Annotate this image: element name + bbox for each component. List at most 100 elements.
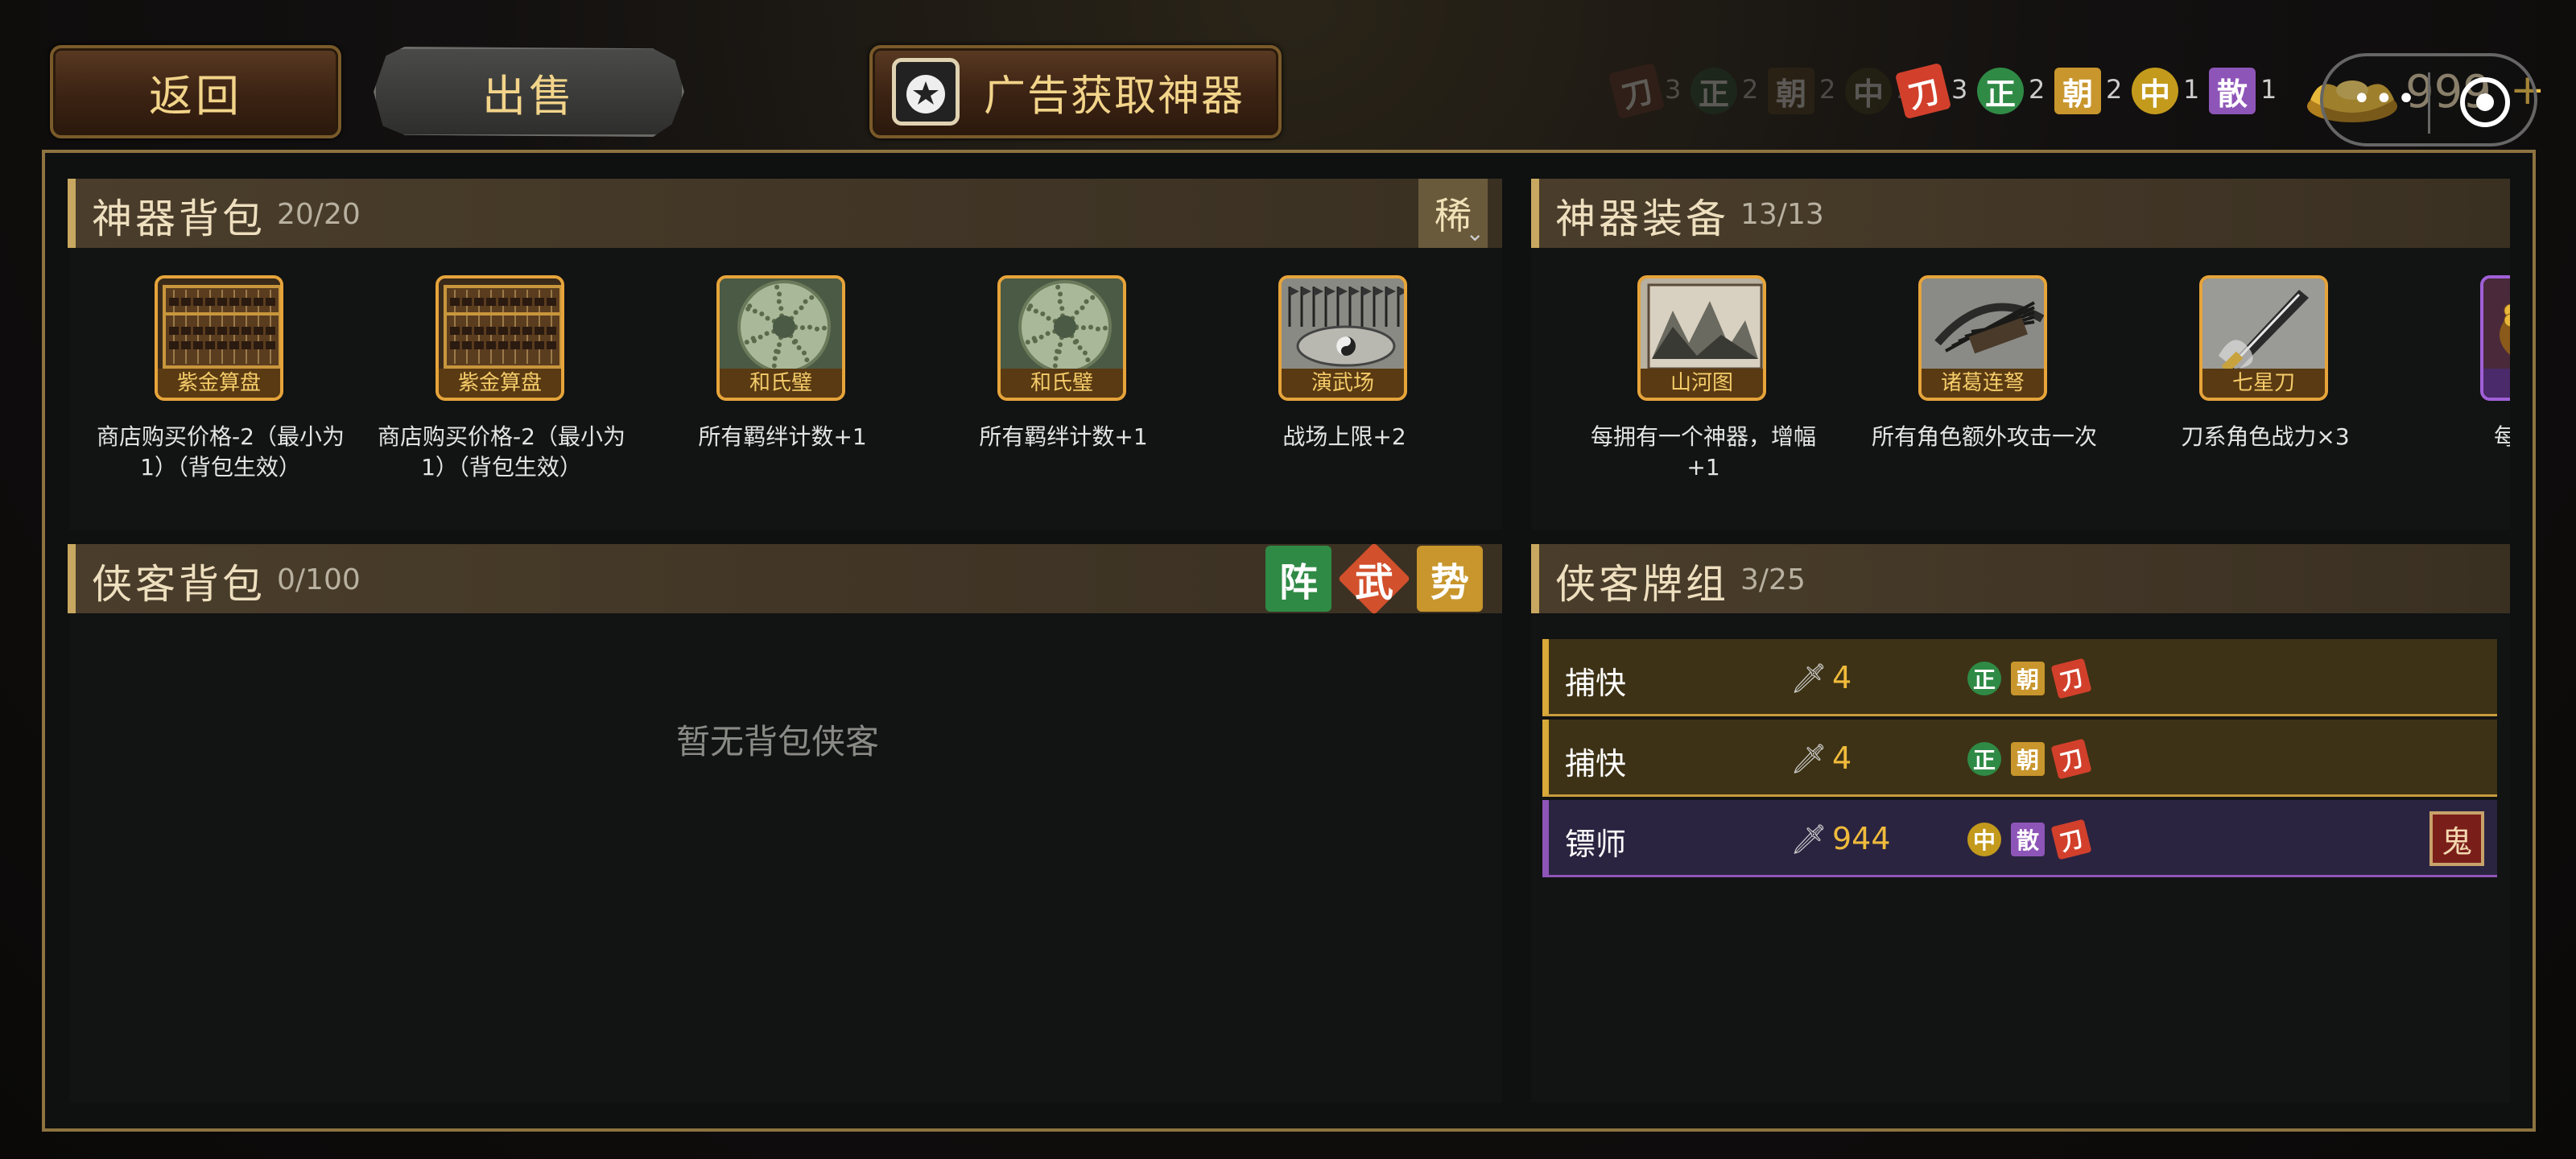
artifact-art (439, 278, 561, 373)
bond-刀-tag: 刀 (2050, 738, 2092, 780)
artifact-equip-list: 山河图每拥有一个神器，增幅+1 诸葛连弩所有角色额外攻击一次 七星刀刀系角色战力… (1531, 248, 2510, 530)
bond-散-icon: 散 (2209, 68, 2256, 114)
rarity-filter-button[interactable]: 稀 ⌄ (1418, 179, 1488, 248)
artifact-description: 每有5金钱 (2494, 423, 2510, 450)
artifact-description: 每拥有一个神器，增幅+1 (1590, 423, 1816, 481)
bond-刀-tag: 刀 (2050, 658, 2092, 699)
artifact-card[interactable]: 山河图每拥有一个神器，增幅+1 (1575, 275, 1816, 517)
hero-bag-section (69, 544, 1502, 1103)
bond-count: 2 (1742, 74, 1759, 105)
sell-button[interactable]: 出售 (374, 47, 684, 137)
sword-power-icon: 🗡 (1790, 662, 1827, 695)
artifact-bag-header: 神器背包 20/20 稀 ⌄ (68, 179, 1502, 248)
sort-阵-button[interactable]: 阵 (1265, 546, 1331, 612)
bond-label: 正 (1984, 76, 2016, 112)
artifact-description: 商店购买价格-2（最小为1）（背包生效） (97, 423, 345, 481)
empty-hero-bag-text: 暂无背包侠客 (676, 722, 880, 761)
chevron-down-icon: ⌄ (1465, 220, 1484, 246)
sort-势-button[interactable]: 势 (1417, 546, 1483, 612)
bond-count: 2 (2106, 74, 2123, 105)
sort-label: 势 (1430, 560, 1469, 605)
hero-row[interactable]: 镖师 🗡 944 中散刀 鬼 (1542, 800, 2497, 877)
bond-刀-tag: 刀 (2050, 819, 2092, 860)
artifact-card[interactable]: 紫金算盘商店购买价格-2（最小为1）（背包生效） (373, 275, 625, 517)
bond-label: 正 (1698, 76, 1729, 112)
hero-deck-count: 3/25 (1740, 563, 1806, 596)
bond-中-tag: 中 (1967, 823, 2001, 856)
artifact-description: 商店购买价格-2（最小为1）（背包生效） (378, 423, 625, 481)
artifact-art (1282, 278, 1404, 373)
more-dots-icon[interactable]: ••• (2352, 80, 2419, 118)
artifact-name: 聚 (2483, 369, 2510, 398)
back-button[interactable]: 返回 (50, 45, 341, 138)
bond-count: 3 (1665, 74, 1682, 105)
abacus-artifact-icon: 紫金算盘 (436, 275, 564, 401)
artifact-art (1641, 278, 1763, 373)
artifact-card[interactable]: 和氏璧所有羁绊计数+1 (654, 275, 867, 517)
bond-label: 中 (2139, 76, 2170, 112)
artifact-bag-count: 20/20 (277, 198, 361, 231)
more-menu-capsule[interactable]: ••• (2320, 53, 2537, 146)
bond-count: 2 (1819, 74, 1836, 105)
bond-散-tag: 散 (2011, 823, 2045, 856)
artifact-card[interactable]: 诸葛连弩所有角色额外攻击一次 (1856, 275, 2097, 517)
hero-row[interactable]: 捕快 🗡 4 正朝刀 (1542, 720, 2497, 797)
bond-count: 3 (1951, 74, 1968, 105)
hero-bag-count: 0/100 (277, 563, 361, 596)
jade-artifact-icon: 和氏璧 (997, 275, 1126, 401)
bond-朝-tag: 朝 (2011, 742, 2045, 776)
bond-label: 散 (2216, 76, 2248, 112)
artifact-bag-title: 神器背包 (92, 196, 266, 242)
artifact-card[interactable]: 紫金算盘商店购买价格-2（最小为1）（背包生效） (92, 275, 345, 517)
bond-label: 朝 (2062, 76, 2093, 112)
pot-artifact-icon: 聚 (2480, 275, 2510, 401)
artifact-description: 所有角色额外攻击一次 (1871, 423, 2097, 450)
abacus-artifact-icon: 紫金算盘 (155, 275, 283, 401)
video-ad-icon (892, 58, 960, 126)
ad-button-label: 广告获取神器 (984, 72, 1245, 121)
hero-name: 捕快 (1565, 666, 1627, 701)
ad-get-artifact-button[interactable]: 广告获取神器 (869, 45, 1282, 138)
hero-power: 4 (1832, 740, 1852, 776)
artifact-name: 和氏璧 (1001, 369, 1123, 398)
hero-deck-title: 侠客牌组 (1555, 561, 1729, 608)
artifact-description: 所有羁绊计数+1 (698, 423, 867, 450)
artifact-name: 七星刀 (2202, 369, 2325, 398)
bond-正-tag: 正 (1967, 742, 2001, 776)
bond-正-tag: 正 (1967, 662, 2001, 695)
artifact-card[interactable]: 聚每有5金钱 (2417, 275, 2510, 517)
artifact-art (1001, 278, 1123, 373)
hero-power: 944 (1832, 821, 1891, 856)
crossbow-artifact-icon: 诸葛连弩 (1918, 275, 2047, 401)
artifact-description: 刀系角色战力×3 (2181, 423, 2350, 450)
artifact-art (2202, 278, 2325, 373)
sword-power-icon: 🗡 (1790, 743, 1827, 776)
sort-label: 武 (1355, 560, 1393, 605)
artifact-equip-count: 13/13 (1740, 198, 1824, 231)
bond-label: 刀 (1905, 72, 1943, 115)
bond-朝-icon: 朝 (1768, 68, 1814, 114)
artifact-card[interactable]: 和氏璧 所有羁绊计数+1 (935, 275, 1148, 517)
artifact-art (720, 278, 842, 373)
artifact-art (158, 278, 280, 373)
bond-label: 中 (1852, 76, 1884, 112)
artifact-art (1922, 278, 2044, 373)
hero-power: 4 (1832, 660, 1852, 695)
bond-label: 刀 (1618, 72, 1657, 115)
artifact-card[interactable]: 演武场 战场上限+2 (1216, 275, 1409, 517)
hero-deck-header: 侠客牌组 3/25 (1531, 544, 2510, 613)
game-screen: 返回 出售 广告获取神器 999 + ••• 神器背包 20/20 稀 ⌄ 神器… (0, 0, 2576, 1159)
bond-中-icon: 中 (1845, 68, 1892, 114)
artifact-card[interactable]: 七星刀刀系角色战力×3 (2136, 275, 2350, 517)
bond-正-icon: 正 (1690, 68, 1737, 114)
jade-artifact-icon: 和氏璧 (716, 275, 845, 401)
sword-power-icon: 🗡 (1790, 823, 1827, 856)
sort-label: 阵 (1278, 560, 1318, 605)
artifact-name: 山河图 (1641, 369, 1763, 398)
hero-row[interactable]: 捕快 🗡 4 正朝刀 (1542, 639, 2497, 716)
artifact-name: 紫金算盘 (439, 369, 561, 398)
close-target-icon[interactable] (2460, 77, 2510, 127)
hero-name: 捕快 (1565, 746, 1627, 782)
bond-count: 2 (2029, 74, 2046, 105)
bond-刀-icon: 刀 (1894, 62, 1952, 120)
